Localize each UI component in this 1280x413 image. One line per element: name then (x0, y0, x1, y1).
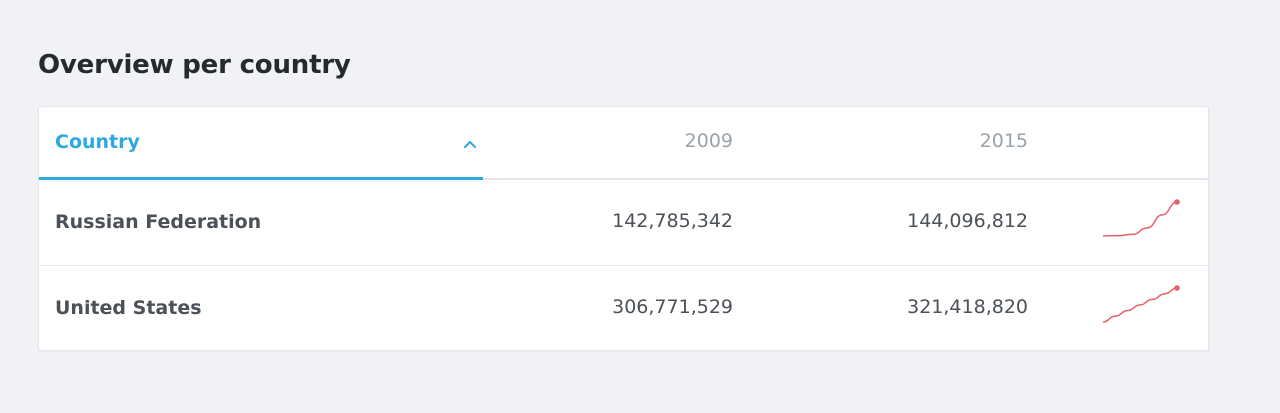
sparkline-line (1102, 287, 1178, 323)
population-2009: 306,771,529 (612, 296, 733, 318)
sparkline-end-point (1174, 285, 1180, 291)
country-name: United States (55, 297, 202, 319)
year-2009-column-header[interactable]: 2009 (685, 130, 733, 152)
page-title: Overview per country (38, 50, 351, 80)
table-row[interactable]: Russian Federation 142,785,342 144,096,8… (39, 180, 1208, 266)
population-2015: 321,418,820 (907, 296, 1028, 318)
country-column-label: Country (55, 131, 140, 153)
population-2015: 144,096,812 (907, 210, 1028, 232)
year-2015-column-header[interactable]: 2015 (980, 130, 1028, 152)
trend-sparkline (1102, 199, 1180, 237)
chevron-up-icon[interactable] (462, 136, 478, 152)
table-row[interactable]: United States 306,771,529 321,418,820 (39, 266, 1208, 352)
country-name: Russian Federation (55, 211, 262, 233)
table-header-row: Country 2009 2015 (39, 107, 1208, 180)
country-column-header[interactable]: Country (39, 107, 483, 180)
trend-sparkline (1102, 285, 1180, 323)
population-2009: 142,785,342 (612, 210, 733, 232)
sparkline-end-point (1174, 199, 1180, 205)
sparkline-line (1102, 201, 1178, 237)
country-overview-table: Country 2009 2015 Russian Federation 142… (38, 106, 1209, 351)
